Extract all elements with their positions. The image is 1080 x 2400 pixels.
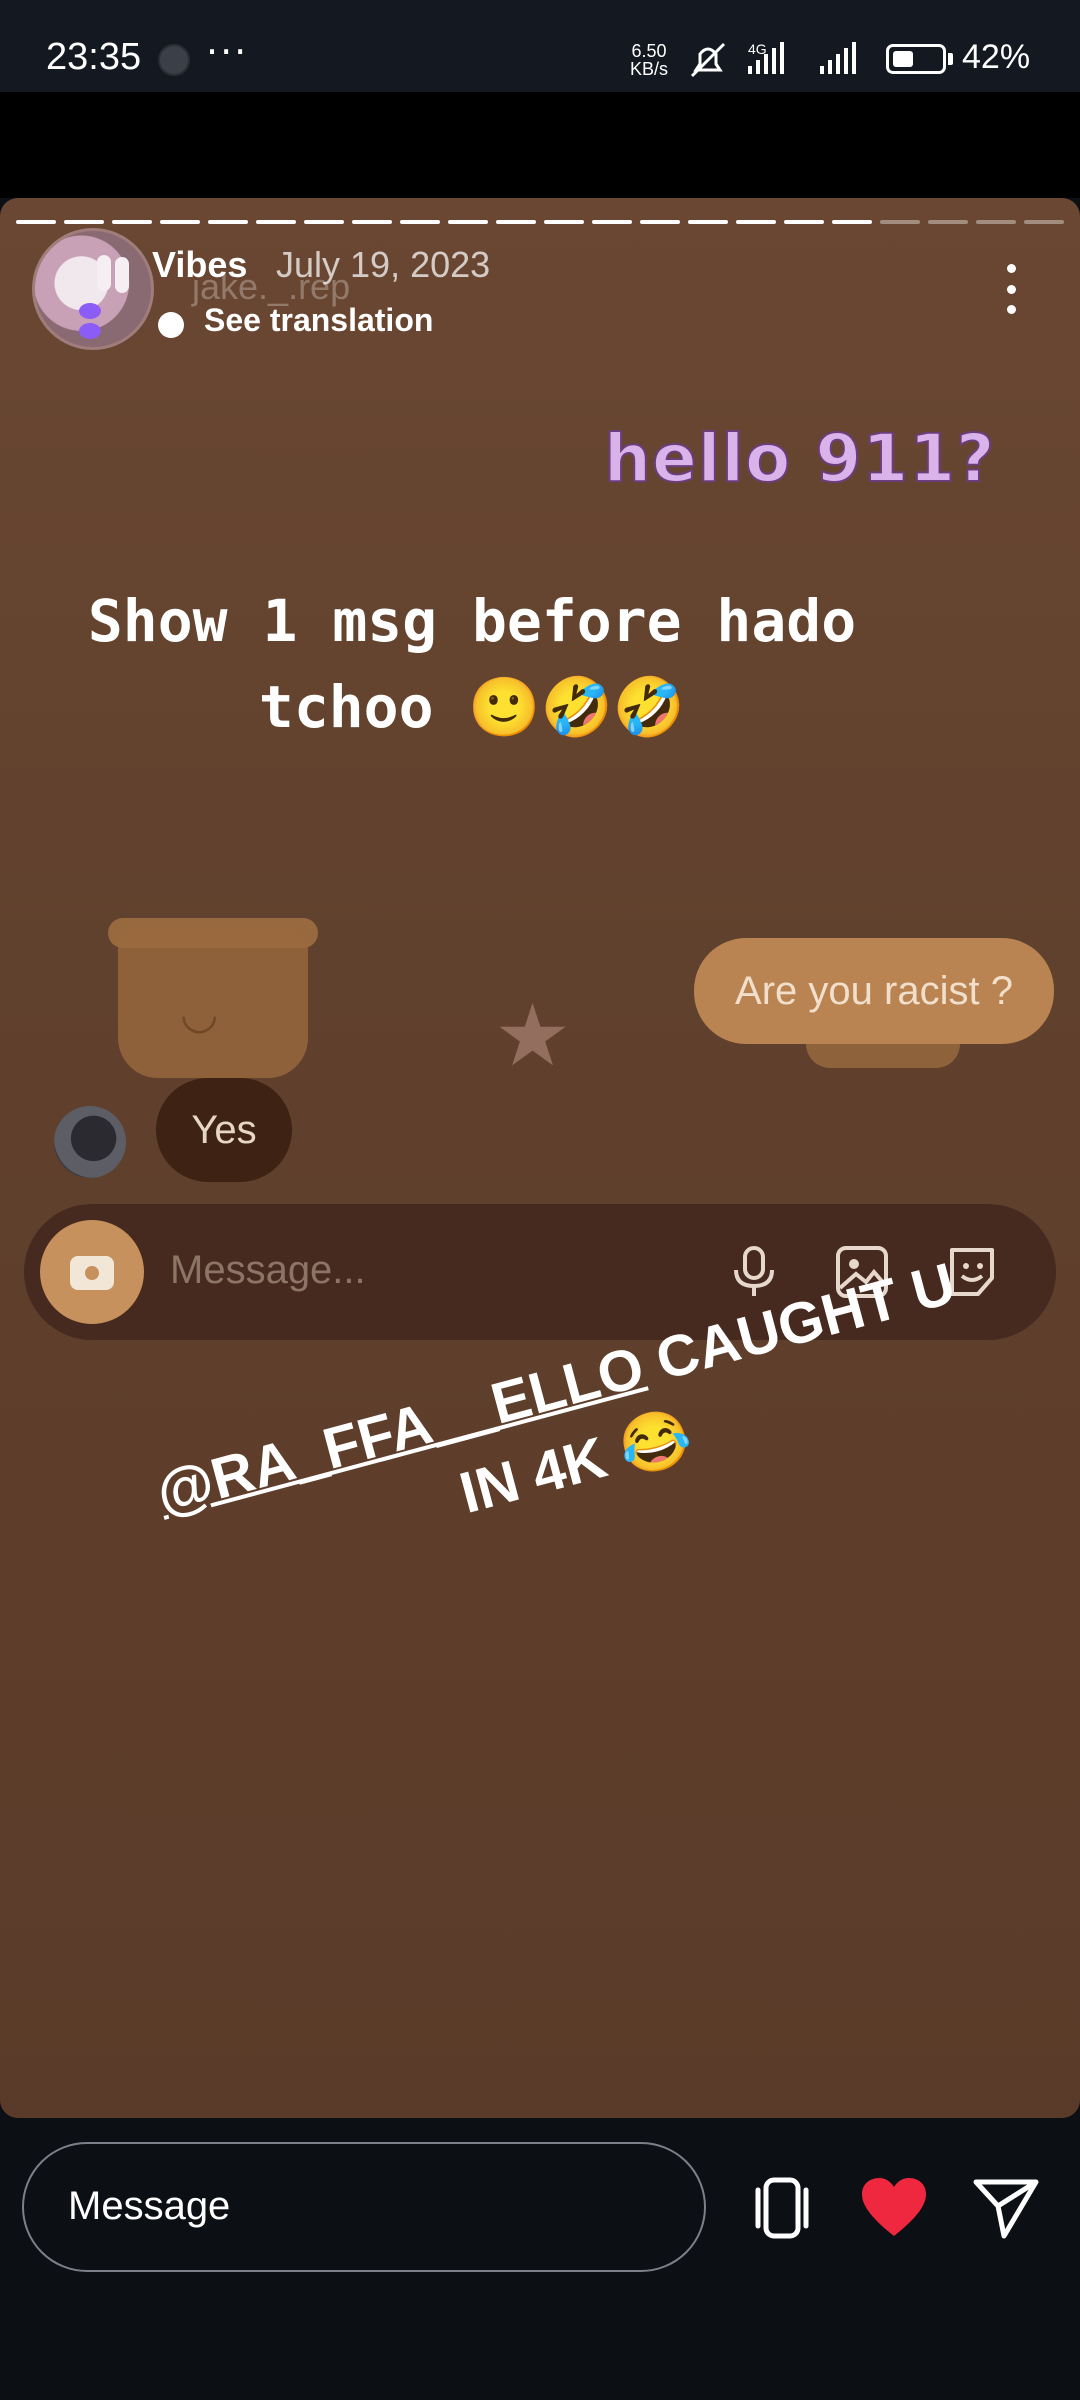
chat-bubble-received: Yes (156, 1078, 292, 1182)
battery-percent: 42% (962, 38, 1031, 76)
see-translation-link[interactable]: See translation (204, 302, 433, 339)
bubble-shadow (806, 1044, 960, 1068)
progress-segment (976, 220, 1016, 224)
battery-fill (893, 51, 913, 67)
avatar-ear (115, 257, 129, 293)
send-icon[interactable] (970, 2172, 1042, 2244)
signal-icon-2 (820, 42, 856, 74)
progress-segment (256, 220, 296, 224)
battery-icon (886, 44, 946, 74)
progress-segment (1024, 220, 1064, 224)
progress-segment (208, 220, 248, 224)
net-speed: 6.50 KB/s (630, 42, 668, 78)
story-caption: Show 1 msg before hado tchoo 🙂🤣🤣 (22, 578, 922, 750)
translate-icon (158, 312, 184, 338)
chat-input-placeholder: Message... (170, 1248, 366, 1292)
progress-segment (688, 220, 728, 224)
progress-segment (304, 220, 344, 224)
progress-segment (352, 220, 392, 224)
progress-segment (160, 220, 200, 224)
net-speed-value: 6.50 (631, 41, 667, 61)
avatar-glasses (79, 303, 133, 339)
progress-segment (448, 220, 488, 224)
progress-segment (64, 220, 104, 224)
story-caption-line: tchoo 🙂🤣🤣 (258, 673, 686, 741)
more-icon[interactable] (996, 264, 1026, 314)
top-spacer (0, 92, 1080, 198)
mascot-face: ◡ (180, 988, 219, 1039)
status-icons: 4G (690, 41, 856, 78)
status-time: 23:35 (46, 36, 142, 78)
chat-avatar (54, 1106, 126, 1178)
mute-bell-icon (690, 42, 726, 78)
avatar-ear (97, 255, 111, 291)
story-caption-line: Show 1 msg before hado (87, 587, 857, 655)
chat-bubble-sent: Are you racist ? (694, 938, 1054, 1044)
reply-message-input[interactable]: Message (22, 2142, 706, 2272)
progress-segment (544, 220, 584, 224)
network-type: 4G (748, 41, 767, 57)
camera-icon (40, 1220, 144, 1324)
battery-tip (948, 53, 953, 65)
reshare-icon[interactable] (746, 2172, 818, 2244)
heart-icon[interactable] (858, 2172, 930, 2244)
progress-segment (112, 220, 152, 224)
net-speed-unit: KB/s (630, 59, 669, 79)
progress-segment (592, 220, 632, 224)
progress-segment (880, 220, 920, 224)
story-viewer[interactable]: jake._.rep Vibes July 19, 2023 See trans… (0, 198, 1080, 2118)
status-bar: 23:35 ··· 6.50 KB/s 4G 42% (0, 0, 1080, 92)
story-username[interactable]: Vibes (152, 244, 247, 286)
progress-segment (496, 220, 536, 224)
progress-segment (928, 220, 968, 224)
notification-dot-icon (158, 44, 190, 76)
story-date: July 19, 2023 (276, 244, 491, 285)
overlay-text: hello 911? (603, 419, 996, 498)
progress-segment (784, 220, 824, 224)
avatar[interactable] (32, 228, 154, 350)
progress-segment (640, 220, 680, 224)
status-more-icon: ··· (206, 30, 249, 74)
progress-segment (16, 220, 56, 224)
star-icon: ★ (494, 986, 572, 1086)
story-progress-bar (16, 220, 1064, 226)
reply-placeholder: Message (68, 2184, 231, 2228)
progress-segment (400, 220, 440, 224)
progress-segment (832, 220, 872, 224)
progress-segment (736, 220, 776, 224)
